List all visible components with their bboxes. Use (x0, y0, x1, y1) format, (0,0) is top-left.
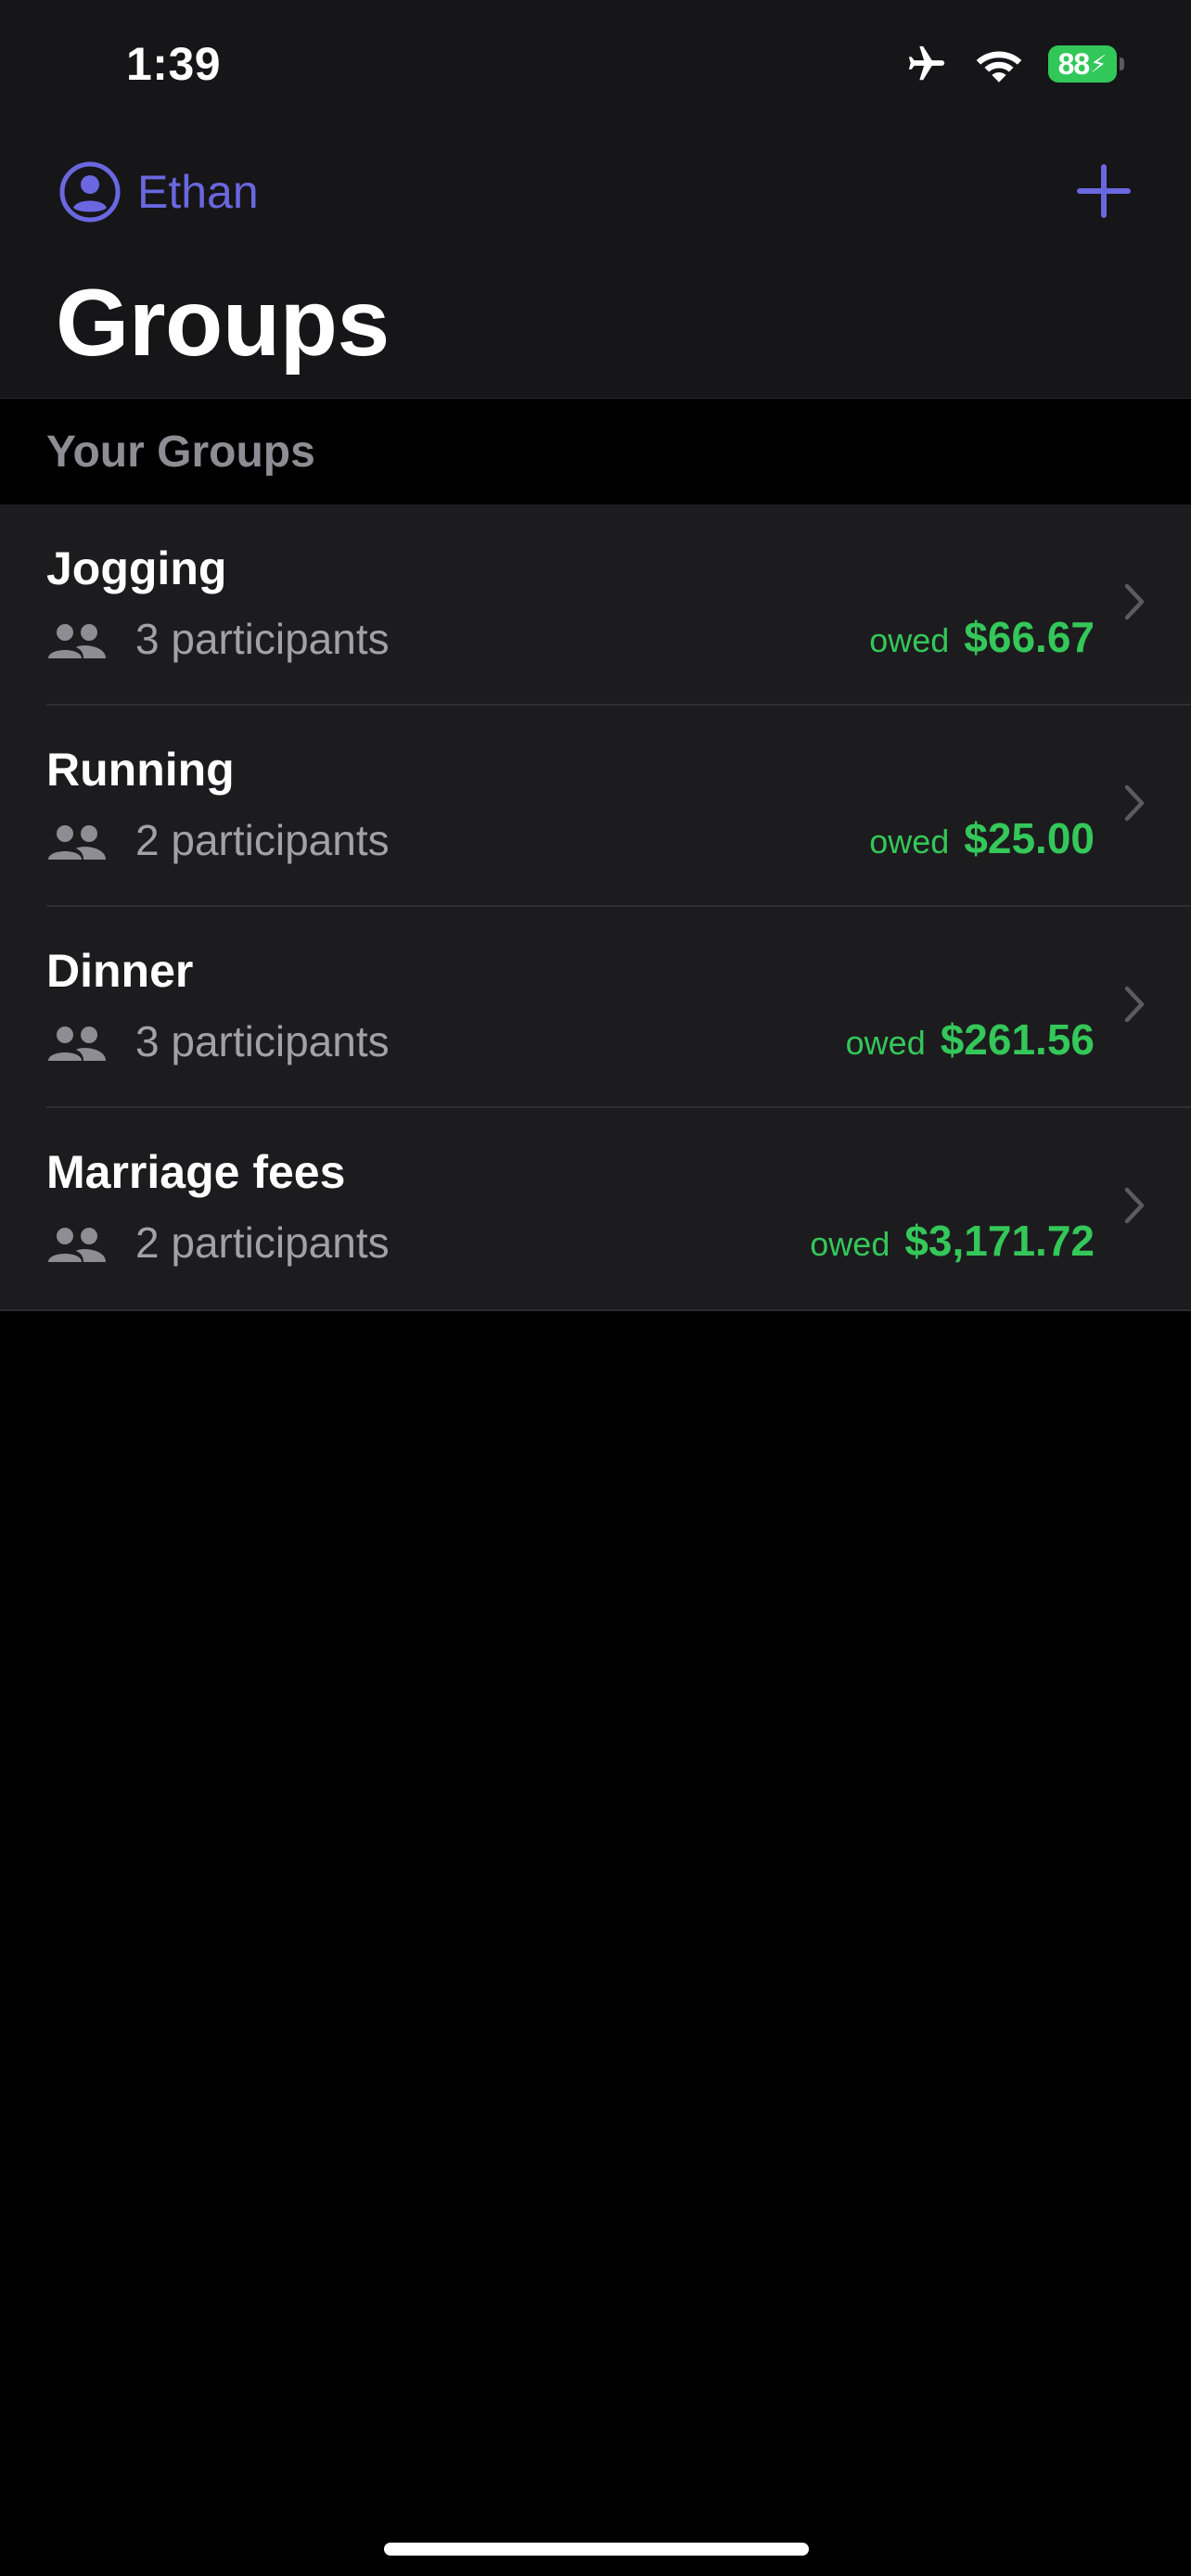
person-circle-icon (59, 161, 121, 223)
group-row-marriage-fees[interactable]: Marriage fees 2 participants owed $3,171… (0, 1108, 1191, 1309)
profile-name: Ethan (137, 166, 259, 218)
owed-label: owed (845, 1024, 926, 1062)
owed-label: owed (869, 621, 950, 659)
chevron-right-icon (1124, 784, 1145, 822)
battery-icon: 88 ⚡ (1048, 45, 1124, 83)
section-title: Your Groups (46, 427, 315, 477)
owed-label: owed (810, 1225, 890, 1263)
group-name: Running (46, 744, 235, 796)
group-name: Marriage fees (46, 1146, 346, 1198)
group-row-jogging[interactable]: Jogging 3 participants owed $66.67 (0, 504, 1191, 706)
battery-cap (1120, 57, 1124, 70)
participants-icon (48, 1027, 106, 1061)
participants-count: 3 participants (135, 615, 390, 663)
screen: 1:39 88 ⚡ Ethan Groups Your Groups Joggi… (0, 0, 1191, 2576)
owed-summary: owed $25.00 (869, 813, 1095, 863)
page-title: Groups (56, 270, 390, 376)
owed-amount: $3,171.72 (904, 1217, 1095, 1265)
list-bottom-divider (0, 1309, 1191, 1311)
owed-amount: $261.56 (940, 1015, 1095, 1064)
status-bar: 1:39 88 ⚡ (0, 0, 1191, 130)
plus-icon[interactable] (1076, 163, 1132, 219)
participants-icon (48, 825, 106, 860)
group-row-running[interactable]: Running 2 participants owed $25.00 (0, 706, 1191, 907)
owed-label: owed (869, 823, 950, 861)
group-name: Dinner (46, 945, 194, 997)
participants-icon (48, 624, 106, 658)
chevron-right-icon (1124, 1187, 1145, 1224)
section-header: Your Groups (0, 399, 1191, 504)
owed-amount: $25.00 (964, 814, 1095, 862)
home-indicator[interactable] (384, 2543, 809, 2556)
chevron-right-icon (1124, 986, 1145, 1023)
group-row-dinner[interactable]: Dinner 3 participants owed $261.56 (0, 907, 1191, 1108)
owed-summary: owed $261.56 (846, 1014, 1095, 1065)
battery-level: 88 (1057, 46, 1091, 81)
group-list: Jogging 3 participants owed $66.67 Runni… (0, 504, 1191, 1309)
status-time: 1:39 (126, 38, 222, 90)
charging-bolt-icon: ⚡ (1090, 49, 1108, 78)
wifi-icon (976, 51, 1022, 83)
group-name: Jogging (46, 542, 227, 594)
status-icons: 88 ⚡ (903, 43, 1124, 85)
participants-count: 3 participants (135, 1017, 390, 1065)
owed-summary: owed $3,171.72 (810, 1216, 1095, 1266)
participants-icon (48, 1228, 106, 1262)
nav-header: Ethan Groups (0, 130, 1191, 399)
owed-summary: owed $66.67 (869, 612, 1095, 662)
participants-count: 2 participants (135, 816, 390, 864)
airplane-icon (908, 45, 945, 81)
chevron-right-icon (1124, 583, 1145, 620)
participants-count: 2 participants (135, 1218, 390, 1267)
owed-amount: $66.67 (964, 613, 1095, 661)
profile-button[interactable]: Ethan (59, 161, 259, 223)
